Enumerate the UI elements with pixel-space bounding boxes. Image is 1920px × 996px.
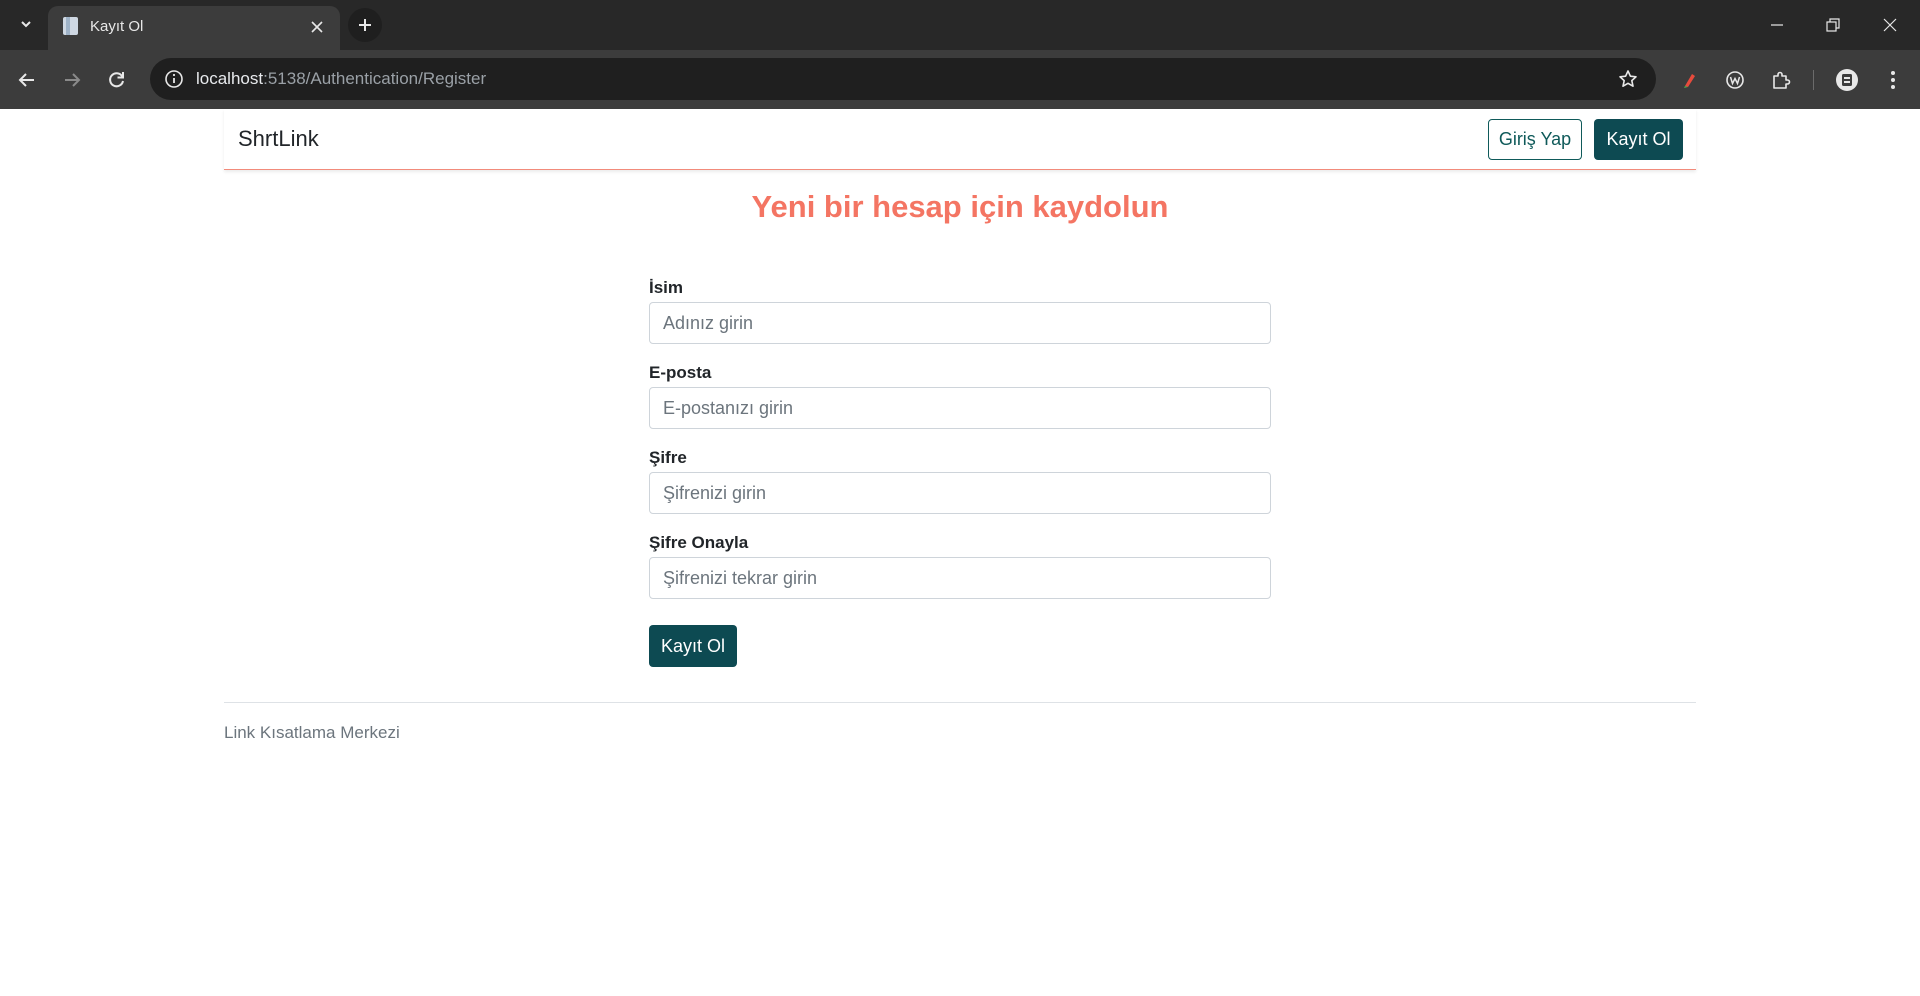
site-navbar: ShrtLink Giriş Yap Kayıt Ol [224, 109, 1696, 170]
footer-text: Link Kısatlama Merkezi [224, 723, 400, 742]
back-button[interactable] [11, 64, 43, 96]
name-label: İsim [649, 278, 684, 297]
browser-menu-button[interactable] [1877, 64, 1909, 96]
w-circle-icon [1726, 71, 1744, 89]
extension-button[interactable] [1674, 64, 1706, 96]
restore-icon [1826, 18, 1840, 32]
reload-button[interactable] [101, 64, 133, 96]
register-nav-button[interactable]: Kayıt Ol [1594, 119, 1683, 160]
chevron-down-icon [21, 21, 31, 28]
browser-toolbar: localhost:5138/Authentication/Register [0, 50, 1920, 109]
minimize-button[interactable] [1762, 10, 1792, 40]
new-tab-button[interactable] [348, 8, 382, 42]
site-info-button[interactable] [162, 67, 186, 91]
url-path: :5138/Authentication/Register [263, 69, 487, 88]
toolbar-separator [1813, 70, 1814, 90]
pen-extension-icon [1684, 74, 1695, 88]
arrow-left-icon [18, 73, 34, 87]
password-input[interactable] [649, 472, 1271, 514]
footer-divider [224, 702, 1696, 703]
register-submit-button[interactable]: Kayıt Ol [649, 625, 737, 667]
forward-button[interactable] [56, 64, 88, 96]
profile-icon [1836, 69, 1858, 91]
reload-icon [109, 72, 124, 88]
browser-tab-strip: Kayıt Ol [0, 0, 1920, 50]
kebab-menu-icon [1891, 71, 1895, 89]
bookmark-button[interactable] [1616, 67, 1640, 91]
info-icon [165, 70, 183, 88]
profile-button[interactable] [1831, 64, 1863, 96]
close-icon [1883, 18, 1897, 32]
brand-link[interactable]: ShrtLink [238, 126, 319, 152]
tab-search-button[interactable] [12, 10, 40, 38]
window-close-button[interactable] [1875, 10, 1905, 40]
plus-icon [359, 19, 371, 31]
password-label: Şifre [649, 448, 687, 467]
tab-close-button[interactable] [306, 16, 328, 38]
restore-button[interactable] [1818, 10, 1848, 40]
browser-tab[interactable]: Kayıt Ol [48, 6, 340, 50]
tab-title: Kayıt Ol [90, 18, 144, 35]
name-input[interactable] [649, 302, 1271, 344]
page-favicon-icon [63, 17, 78, 35]
login-button[interactable]: Giriş Yap [1488, 119, 1582, 160]
minimize-icon [1771, 24, 1783, 26]
address-bar[interactable]: localhost:5138/Authentication/Register [150, 58, 1656, 100]
confirm-password-label: Şifre Onayla [649, 533, 749, 552]
confirm-password-input[interactable] [649, 557, 1271, 599]
close-icon [311, 21, 323, 33]
star-icon [1619, 70, 1637, 87]
arrow-right-icon [65, 73, 81, 87]
email-input[interactable] [649, 387, 1271, 429]
email-label: E-posta [649, 363, 712, 382]
url-text[interactable]: localhost:5138/Authentication/Register [196, 69, 486, 89]
url-host: localhost [196, 69, 264, 88]
puzzle-icon [1773, 71, 1791, 89]
extension-button[interactable] [1719, 64, 1751, 96]
page-title: Yeni bir hesap için kaydolun [751, 189, 1169, 224]
page-content: ShrtLink Giriş Yap Kayıt Ol Yeni bir hes… [0, 109, 1920, 996]
extensions-menu-button[interactable] [1765, 64, 1797, 96]
